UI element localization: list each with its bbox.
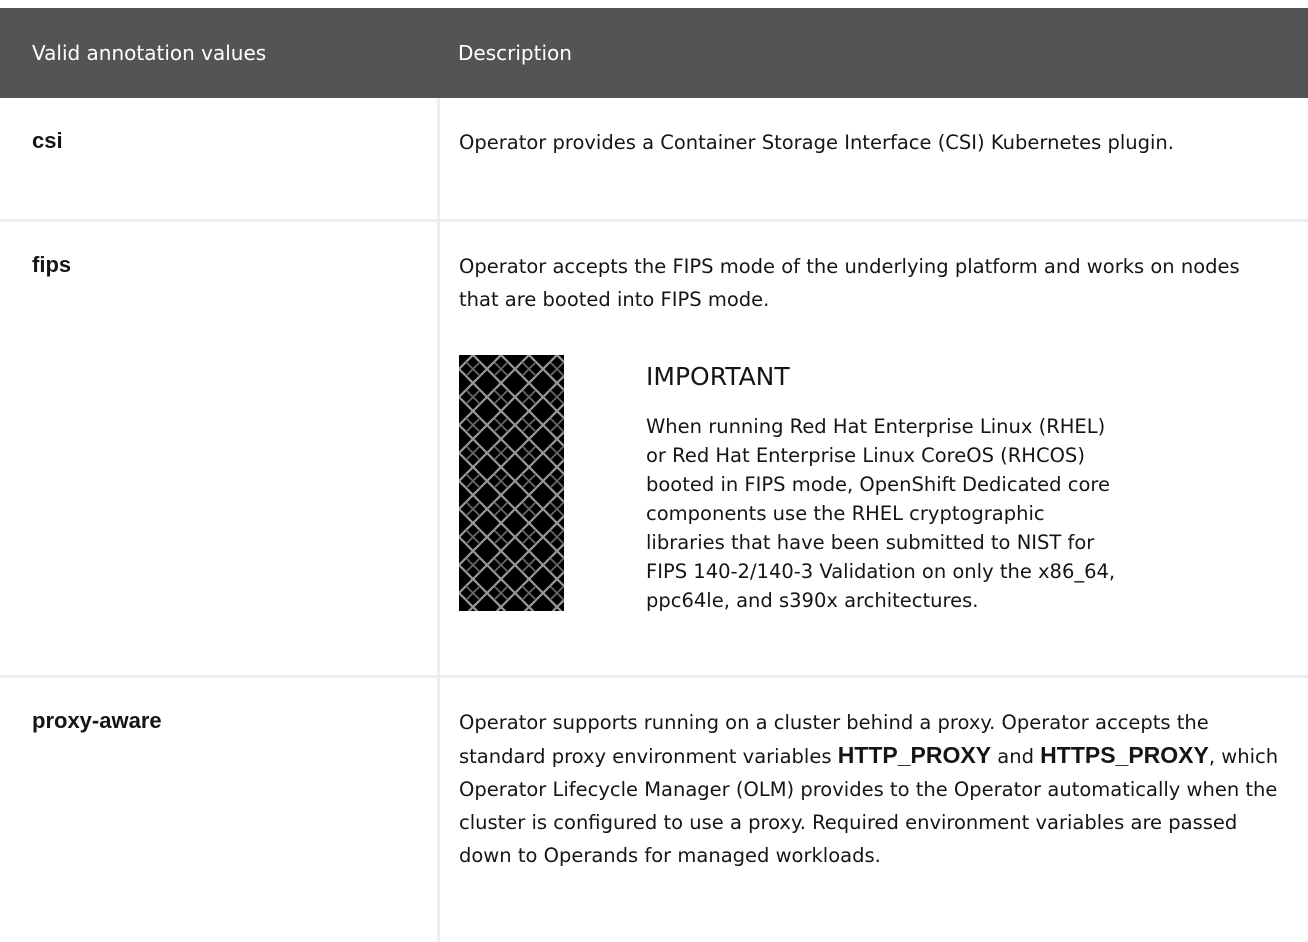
annotation-value-csi: csi [0, 98, 440, 219]
header-description: Description [458, 41, 572, 65]
description-fips: Operator accepts the FIPS mode of the un… [459, 255, 1240, 311]
code-http-proxy: HTTP_PROXY [837, 742, 992, 768]
important-pattern-icon [459, 355, 564, 611]
admonition-text: When running Red Hat Enterprise Linux (R… [646, 415, 1116, 612]
code-https-proxy: HTTPS_PROXY [1040, 742, 1209, 768]
table-row: fips Operator accepts the FIPS mode of t… [0, 222, 1308, 678]
important-admonition: IMPORTANT When running Red Hat Enterpris… [459, 355, 1284, 612]
description-proxy-aware: Operator supports running on a cluster b… [440, 678, 1308, 942]
description-csi: Operator provides a Container Storage In… [459, 131, 1174, 154]
annotation-value-fips: fips [0, 222, 440, 675]
description-text: and [991, 745, 1041, 768]
table-header: Valid annotation values Description [0, 8, 1308, 98]
header-valid-values: Valid annotation values [32, 41, 267, 65]
description-fips-cell: Operator accepts the FIPS mode of the un… [440, 222, 1308, 675]
table-row: proxy-aware Operator supports running on… [0, 678, 1308, 942]
annotation-table: Valid annotation values Description csi … [0, 8, 1308, 942]
table-row: csi Operator provides a Container Storag… [0, 98, 1308, 222]
annotation-value-proxy-aware: proxy-aware [0, 678, 440, 942]
admonition-body: IMPORTANT When running Red Hat Enterpris… [646, 355, 1284, 615]
admonition-title: IMPORTANT [646, 362, 790, 391]
